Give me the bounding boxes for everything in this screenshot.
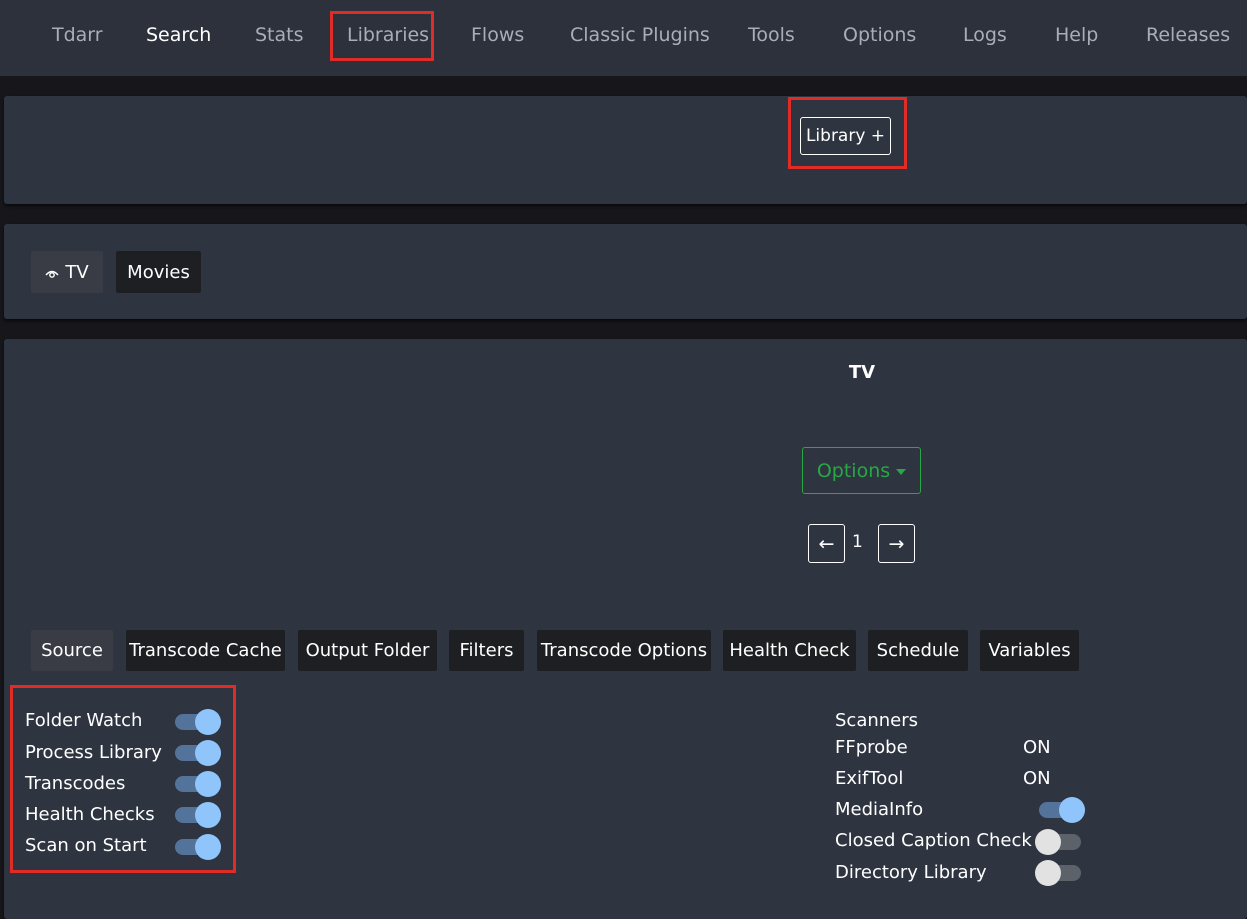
- nav-item-classic-plugins[interactable]: Classic Plugins: [570, 24, 710, 46]
- tab-variables[interactable]: Variables: [980, 630, 1079, 671]
- next-page-button[interactable]: →: [878, 524, 915, 563]
- prev-page-button[interactable]: ←: [808, 524, 845, 563]
- scanners-heading: Scanners: [835, 710, 919, 731]
- nav-item-libraries[interactable]: Libraries: [347, 24, 429, 46]
- nav-item-search[interactable]: Search: [146, 24, 211, 46]
- transcodes-label: Transcodes: [25, 773, 126, 794]
- nav-item-tools[interactable]: Tools: [748, 24, 795, 46]
- options-dropdown-button[interactable]: Options: [802, 447, 921, 494]
- eye-icon: [45, 263, 59, 284]
- tab-source[interactable]: Source: [31, 630, 113, 671]
- health-checks-toggle[interactable]: [175, 802, 221, 828]
- library-add-panel: [4, 96, 1247, 204]
- library-tab-tv[interactable]: TV: [31, 251, 103, 293]
- scan-on-start-toggle[interactable]: [175, 834, 221, 860]
- caret-down-icon: [896, 468, 907, 475]
- directory-library-label: Directory Library: [835, 862, 987, 883]
- ffprobe-status: ON: [1023, 737, 1051, 758]
- library-tab-tv-label: TV: [65, 261, 89, 283]
- tab-filters[interactable]: Filters: [449, 630, 524, 671]
- directory-library-toggle[interactable]: [1035, 860, 1081, 886]
- top-nav: Tdarr Search Stats Libraries Flows Class…: [0, 0, 1247, 76]
- current-page-number: 1: [852, 532, 863, 552]
- exiftool-label: ExifTool: [835, 768, 904, 789]
- closed-caption-check-label: Closed Caption Check: [835, 830, 1032, 851]
- ffprobe-label: FFprobe: [835, 737, 908, 758]
- library-tab-movies[interactable]: Movies: [116, 251, 201, 293]
- tab-schedule[interactable]: Schedule: [868, 630, 968, 671]
- tab-health-check[interactable]: Health Check: [723, 630, 856, 671]
- scan-on-start-label: Scan on Start: [25, 835, 147, 856]
- process-library-toggle[interactable]: [175, 740, 221, 766]
- nav-item-options[interactable]: Options: [843, 24, 916, 46]
- tab-transcode-cache[interactable]: Transcode Cache: [126, 630, 285, 671]
- folder-watch-label: Folder Watch: [25, 710, 143, 731]
- nav-item-releases[interactable]: Releases: [1146, 24, 1230, 46]
- exiftool-status: ON: [1023, 768, 1051, 789]
- tab-output-folder[interactable]: Output Folder: [298, 630, 437, 671]
- library-title: TV: [848, 362, 876, 383]
- nav-item-tdarr[interactable]: Tdarr: [52, 24, 103, 46]
- mediainfo-label: MediaInfo: [835, 799, 924, 820]
- process-library-label: Process Library: [25, 742, 162, 763]
- nav-item-logs[interactable]: Logs: [963, 24, 1007, 46]
- health-checks-label: Health Checks: [25, 804, 155, 825]
- folder-watch-toggle[interactable]: [175, 709, 221, 735]
- tab-transcode-options[interactable]: Transcode Options: [537, 630, 711, 671]
- options-dropdown-label: Options: [816, 459, 891, 482]
- nav-item-flows[interactable]: Flows: [471, 24, 524, 46]
- closed-caption-check-toggle[interactable]: [1035, 829, 1081, 855]
- add-library-button[interactable]: Library +: [800, 117, 891, 155]
- nav-item-help[interactable]: Help: [1055, 24, 1098, 46]
- transcodes-toggle[interactable]: [175, 771, 221, 797]
- mediainfo-toggle[interactable]: [1039, 797, 1085, 823]
- nav-item-stats[interactable]: Stats: [255, 24, 304, 46]
